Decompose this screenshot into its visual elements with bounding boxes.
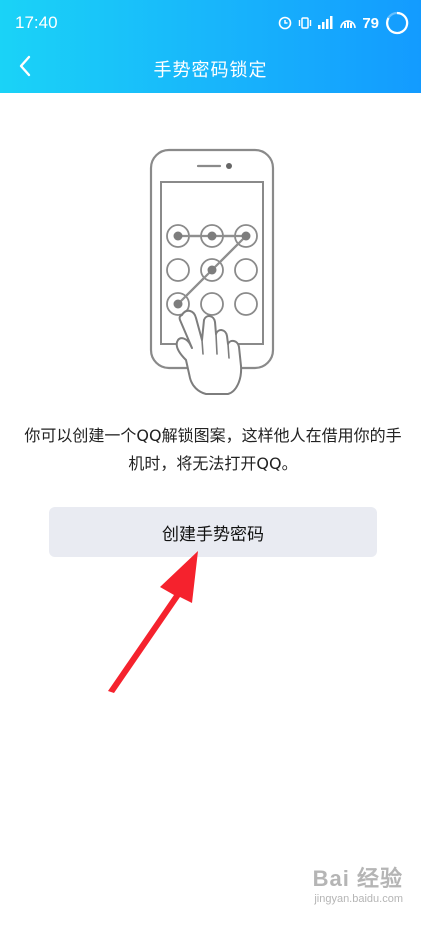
hd-signal-icon <box>340 16 357 30</box>
create-gesture-password-button[interactable]: 创建手势密码 <box>49 507 377 557</box>
battery-ring-icon <box>385 11 409 35</box>
page-title: 手势密码锁定 <box>153 60 268 81</box>
alarm-icon <box>278 16 292 30</box>
red-arrow-icon <box>100 545 210 695</box>
signal-icon <box>318 16 334 30</box>
description-text: 你可以创建一个QQ解锁图案，这样他人在借用你的手机时，将无法打开QQ。 <box>24 426 402 473</box>
watermark-url: jingyan.baidu.com <box>314 893 403 905</box>
status-icons: 79 <box>278 10 409 36</box>
header: 17:40 79 手势密码锁定 <box>0 0 421 93</box>
nav-bar: 手势密码锁定 <box>0 46 421 93</box>
watermark: Bai 经验 jingyan.baidu.com <box>293 855 403 915</box>
pattern-lock-phone-illustration <box>140 140 285 395</box>
status-time: 17:40 <box>15 13 58 32</box>
status-bar: 17:40 79 <box>0 0 421 46</box>
watermark-brand: Bai 经验 <box>312 866 403 891</box>
vibrate-icon <box>298 16 312 30</box>
battery-level: 79 <box>362 14 379 32</box>
